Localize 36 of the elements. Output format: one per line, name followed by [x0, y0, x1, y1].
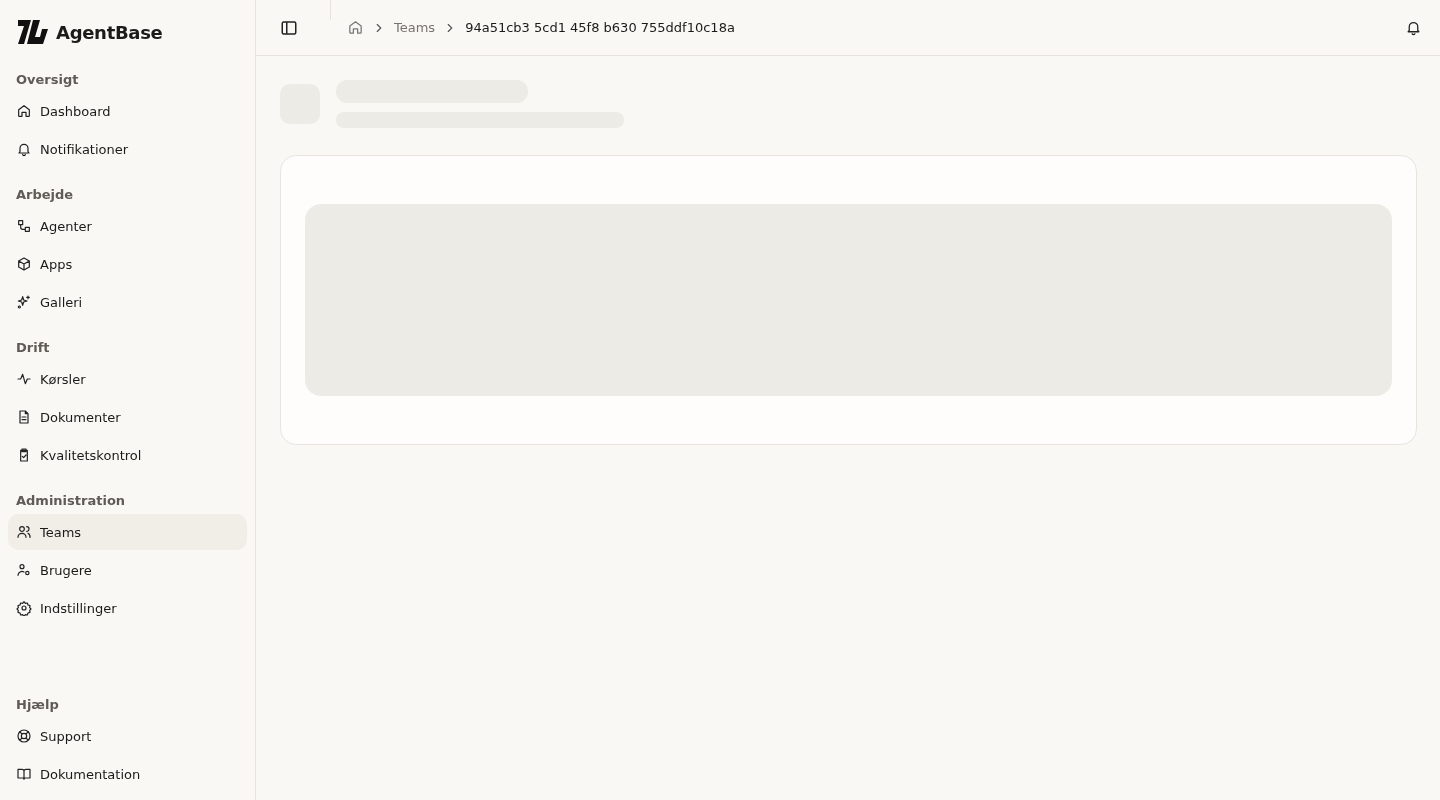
sidebar-item[interactable]: Teams	[8, 514, 247, 550]
section-heading: Arbejde	[15, 186, 75, 204]
sidebar-item[interactable]: Kørsler	[8, 361, 247, 397]
breadcrumb-link[interactable]: Teams	[394, 20, 436, 35]
section-heading: Oversigt	[15, 71, 80, 89]
sidebar-item[interactable]: Agenter	[8, 208, 247, 244]
bell-icon	[16, 141, 32, 157]
sidebar-item[interactable]: Dokumentation	[8, 756, 247, 792]
bell-icon[interactable]	[1405, 19, 1422, 36]
sidebar-item[interactable]: Support	[8, 718, 247, 754]
logo-icon	[18, 19, 48, 45]
settings-icon	[16, 600, 32, 616]
sidebar-item[interactable]: Dokumenter	[8, 399, 247, 435]
sparkles-icon	[16, 294, 32, 310]
section-heading: Drift	[15, 339, 51, 357]
home-icon[interactable]	[347, 19, 364, 36]
section-heading: Administration	[15, 492, 127, 510]
current-page-label: 94a51cb3 5cd1 45f8 b630 755ddf10c18a	[465, 20, 735, 35]
user-cog-icon	[16, 562, 32, 578]
lifebuoy-icon	[16, 728, 32, 744]
sidebar-item[interactable]: Indstillinger	[8, 590, 247, 626]
brand-name: AgentBase	[56, 21, 163, 43]
sidebar-item[interactable]: Notifikationer	[8, 131, 247, 167]
sidebar-item[interactable]: Kvalitetskontrol	[8, 437, 247, 473]
document-icon	[16, 409, 32, 425]
cube-icon	[16, 256, 32, 272]
sidebar-item[interactable]: Apps	[8, 246, 247, 282]
pulse-icon	[16, 371, 32, 387]
agents-icon	[16, 218, 32, 234]
sidebar-item[interactable]: Brugere	[8, 552, 247, 588]
sidebar-item[interactable]: Dashboard	[8, 93, 247, 129]
sidebar-item[interactable]: Galleri	[8, 284, 247, 320]
section-heading: Hjælp	[15, 696, 60, 714]
home-icon	[16, 103, 32, 119]
book-icon	[16, 766, 32, 782]
users-icon	[16, 524, 32, 540]
